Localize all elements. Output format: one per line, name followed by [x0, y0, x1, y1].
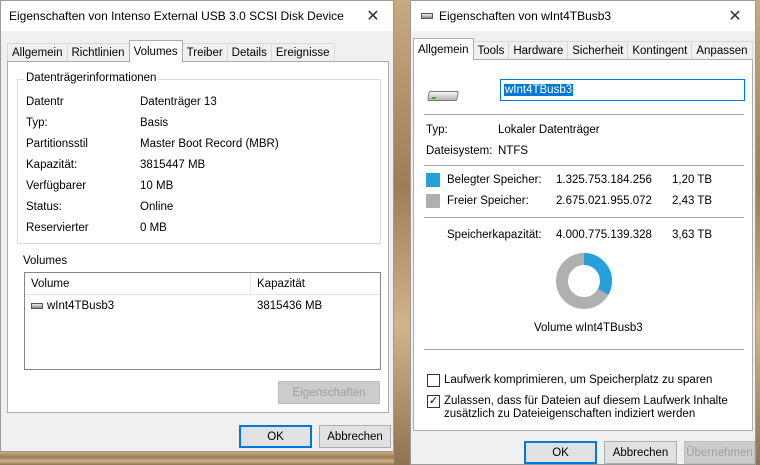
window-title: Eigenschaften von wInt4TBusb3 — [439, 9, 612, 23]
tab-strip: Allgemein Tools Hardware Sicherheit Kont… — [413, 38, 753, 60]
available-label: Verfügbarer — [26, 180, 87, 192]
ok-button[interactable]: OK — [524, 441, 597, 464]
tab-details[interactable]: Details — [226, 43, 272, 62]
capacity-label: Kapazität: — [26, 159, 78, 171]
disk-value: Datenträger 13 — [140, 96, 217, 108]
list-item[interactable]: wInt4TBusb3 3815436 MB — [25, 297, 380, 315]
volume-properties-window: Eigenschaften von wInt4TBusb3 ✕ Allgemei… — [410, 0, 756, 465]
reserved-value: 0 MB — [140, 222, 167, 234]
tab-anpassen[interactable]: Anpassen — [691, 41, 753, 60]
disk-label: Datentr — [26, 96, 64, 108]
capacity-size: 3,63 TB — [672, 229, 713, 241]
index-checkbox[interactable]: ✓ — [427, 395, 440, 408]
group-title: Datenträgerinformationen — [24, 72, 159, 84]
capacity-value: 3815447 MB — [140, 159, 206, 171]
filesystem-label: Dateisystem: — [426, 145, 493, 157]
capacity-cell: 3815436 MB — [257, 300, 323, 312]
status-value: Online — [140, 201, 174, 213]
tab-richtlinien[interactable]: Richtlinien — [66, 43, 130, 62]
compress-label[interactable]: Laufwerk komprimieren, um Speicherplatz … — [444, 374, 712, 387]
index-label-line1[interactable]: Zulassen, dass für Dateien auf diesem La… — [444, 395, 728, 408]
desktop-background-right — [756, 0, 760, 465]
cancel-button[interactable]: Abbrechen — [604, 441, 677, 464]
volume-name: wInt4TBusb3 — [47, 300, 115, 312]
column-volume[interactable]: Volume — [25, 273, 249, 295]
usage-donut-chart — [556, 253, 612, 309]
close-icon[interactable]: ✕ — [715, 1, 755, 31]
tab-hardware[interactable]: Hardware — [508, 41, 569, 60]
desktop-background — [394, 0, 410, 465]
available-value: 10 MB — [140, 180, 174, 192]
compress-checkbox[interactable] — [427, 374, 440, 387]
used-size: 1,20 TB — [672, 174, 713, 186]
tab-kontingent[interactable]: Kontingent — [627, 41, 693, 60]
volume-caption: Volume wInt4TBusb3 — [534, 322, 643, 334]
title-bar[interactable]: Eigenschaften von wInt4TBusb3 ✕ — [411, 1, 755, 31]
index-label-line2[interactable]: zusätzlich zu Dateieigenschaften indizie… — [444, 408, 695, 421]
list-header: Volume Kapazität — [25, 273, 380, 295]
reserved-label: Reservierter — [26, 222, 89, 234]
separator — [424, 217, 744, 218]
type-label: Typ: — [26, 117, 48, 129]
tab-volumes[interactable]: Volumes — [128, 40, 183, 62]
tab-strip: Allgemein Richtlinien Volumes Treiber De… — [7, 40, 335, 62]
tab-panel: wInt4TBusb3 Typ: Lokaler Datenträger Dat… — [413, 59, 753, 431]
separator — [424, 165, 744, 166]
tab-allgemein[interactable]: Allgemein — [7, 43, 68, 62]
properties-button[interactable]: Eigenschaften — [278, 381, 380, 404]
volume-name-input[interactable]: wInt4TBusb3 — [500, 79, 745, 101]
disk-properties-window: Eigenschaften von Intenso External USB 3… — [0, 0, 394, 452]
cancel-button[interactable]: Abbrechen — [319, 425, 391, 448]
free-color-swatch — [426, 194, 440, 208]
tab-allgemein[interactable]: Allgemein — [413, 38, 474, 60]
used-bytes: 1.325.753.184.256 — [556, 174, 652, 186]
drive-icon — [421, 13, 433, 19]
desktop-background-bottom — [0, 452, 394, 465]
free-label: Freier Speicher: — [447, 195, 529, 207]
capacity-bytes: 4.000.775.139.328 — [556, 229, 652, 241]
volumes-list[interactable]: Volume Kapazität wInt4TBusb3 3815436 MB — [24, 272, 381, 370]
drive-icon — [427, 91, 459, 101]
checkmark-icon: ✓ — [428, 395, 439, 407]
partition-style-value: Master Boot Record (MBR) — [140, 138, 279, 150]
ok-button[interactable]: OK — [239, 425, 312, 448]
separator — [424, 114, 744, 115]
status-label: Status: — [26, 201, 62, 213]
used-label: Belegter Speicher: — [447, 174, 542, 186]
type-label: Typ: — [426, 124, 448, 136]
column-capacity[interactable]: Kapazität — [251, 273, 381, 295]
type-value: Basis — [140, 117, 169, 129]
disk-info-group: Datenträgerinformationen Datentr Datentr… — [17, 72, 381, 244]
free-size: 2,43 TB — [672, 195, 713, 207]
filesystem-value: NTFS — [498, 145, 529, 157]
free-bytes: 2.675.021.955.072 — [556, 195, 652, 207]
volume-name-text: wInt4TBusb3 — [504, 84, 574, 96]
apply-button[interactable]: Übernehmen — [684, 441, 755, 464]
partition-style-label: Partitionsstil — [26, 138, 88, 150]
window-title: Eigenschaften von Intenso External USB 3… — [9, 9, 344, 23]
title-bar[interactable]: Eigenschaften von Intenso External USB 3… — [1, 1, 393, 31]
tab-tools[interactable]: Tools — [472, 41, 510, 60]
tab-panel: Datenträgerinformationen Datentr Datentr… — [7, 61, 389, 413]
tab-sicherheit[interactable]: Sicherheit — [567, 41, 629, 60]
used-color-swatch — [426, 173, 440, 187]
tab-ereignisse[interactable]: Ereignisse — [270, 43, 335, 62]
capacity-label: Speicherkapazität: — [447, 229, 542, 241]
separator — [424, 349, 744, 350]
close-icon[interactable]: ✕ — [353, 1, 393, 31]
volumes-title: Volumes — [23, 255, 68, 267]
type-value: Lokaler Datenträger — [498, 124, 600, 136]
drive-icon — [31, 302, 43, 309]
tab-treiber[interactable]: Treiber — [181, 43, 228, 62]
volume-cell: wInt4TBusb3 — [31, 300, 114, 312]
